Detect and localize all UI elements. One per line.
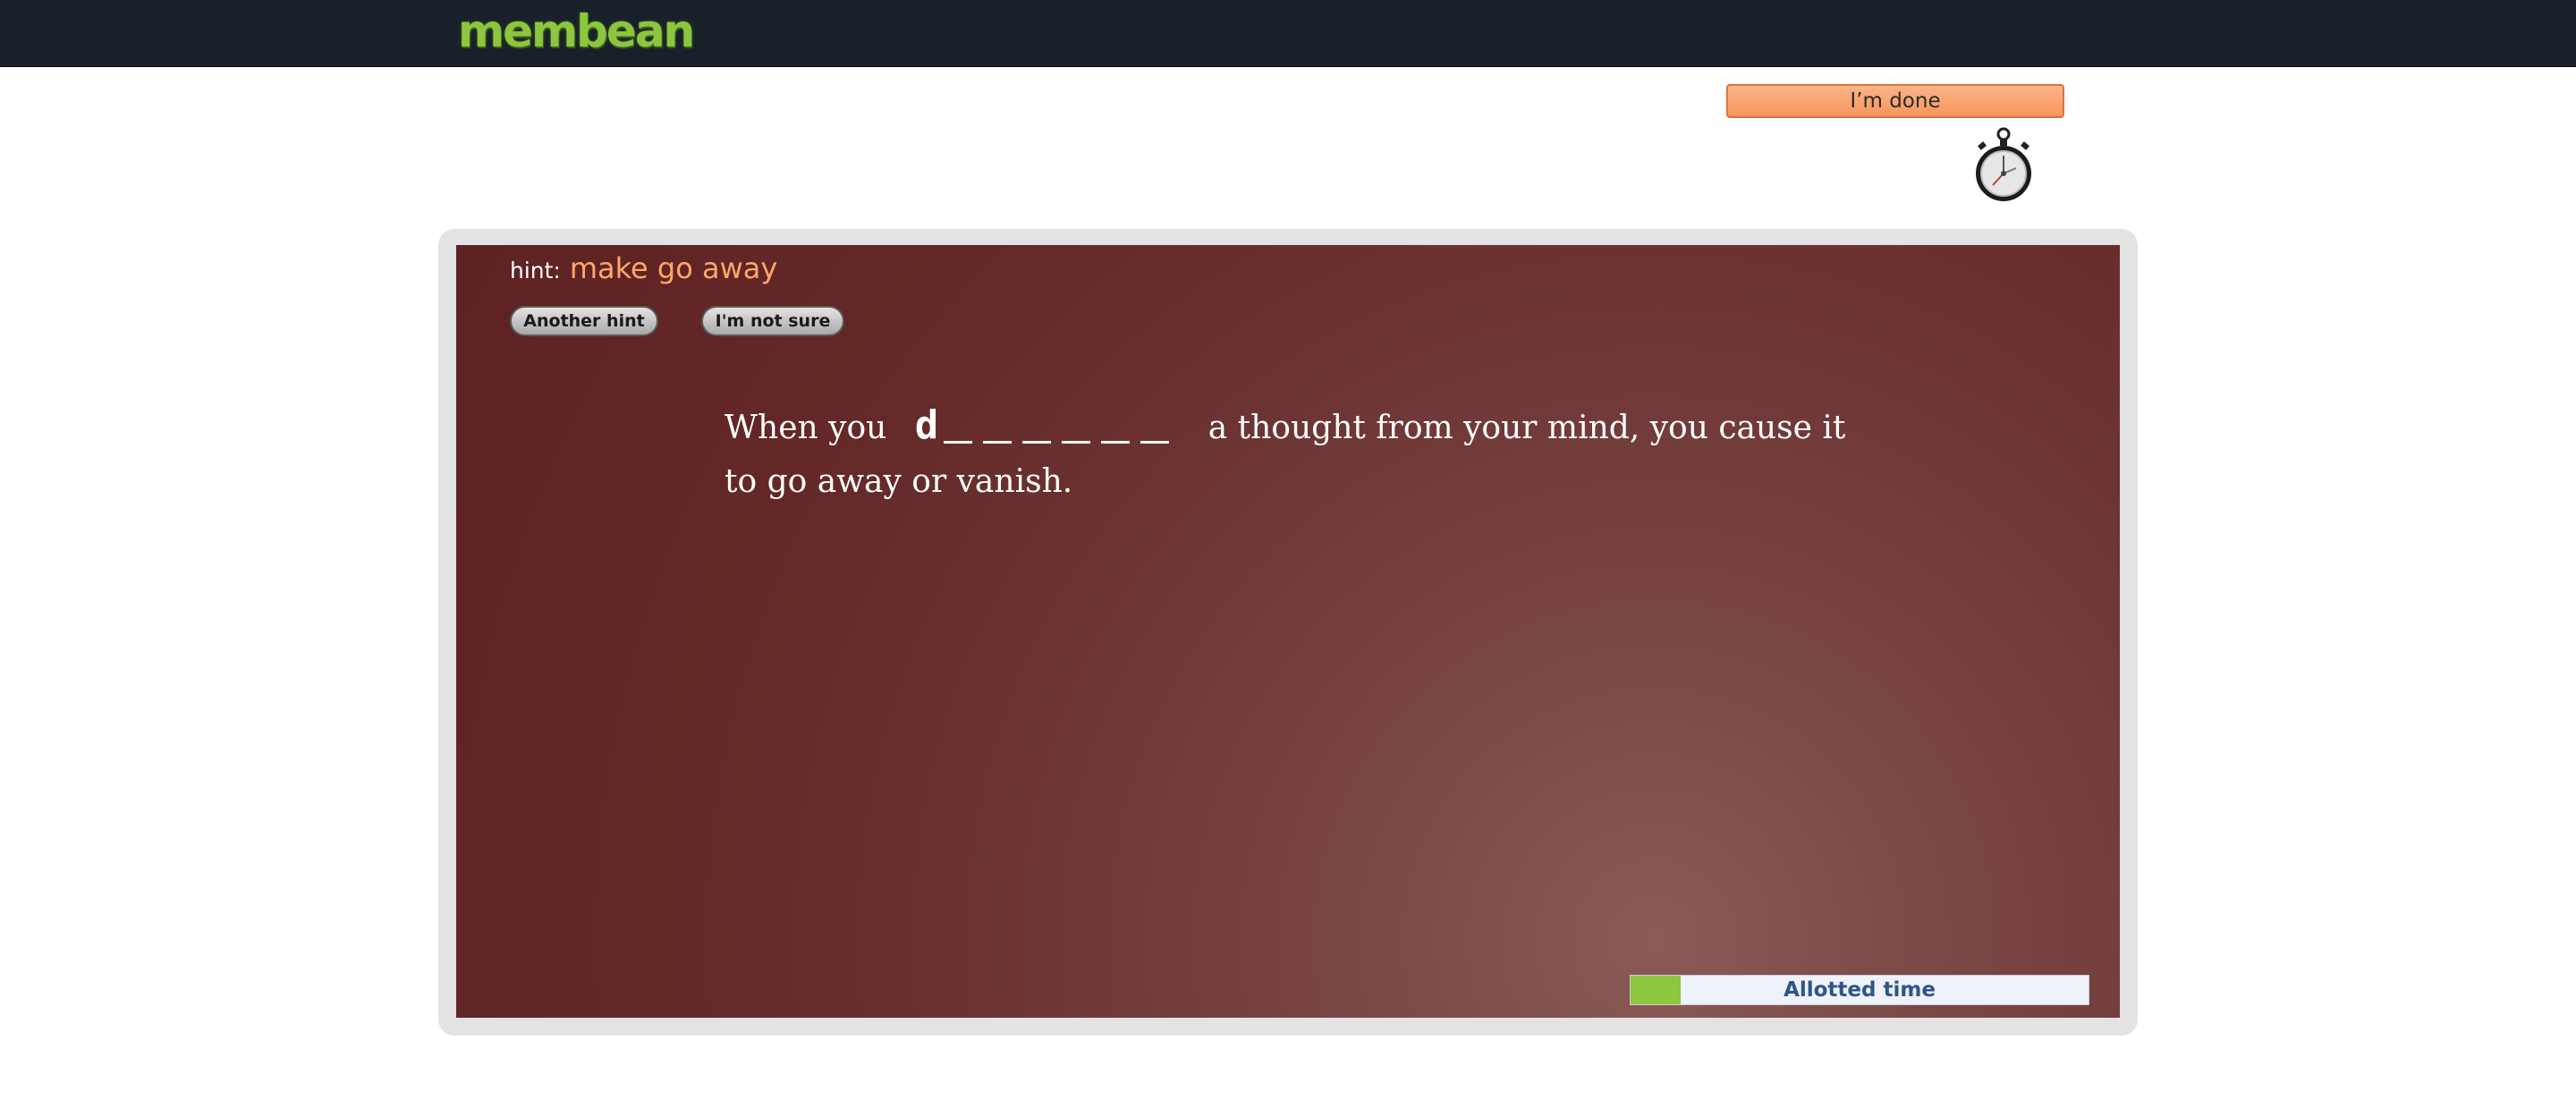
answer-blank — [1101, 441, 1131, 444]
hint-label: hint: — [510, 258, 561, 283]
membean-logo[interactable]: membean — [458, 2, 695, 61]
timer-label: Allotted time — [1784, 978, 1936, 1002]
done-button[interactable]: I’m done — [1726, 84, 2064, 118]
answer-blanks[interactable] — [944, 402, 1180, 455]
allotted-time-bar: Allotted time — [1630, 975, 2089, 1005]
answer-first-letter: d — [914, 402, 939, 448]
top-bar: membean — [0, 0, 2576, 67]
stopwatch-icon — [1976, 127, 2031, 201]
answer-blank — [1062, 441, 1091, 444]
question-after: a thought from your mind, you cause it t… — [724, 410, 1846, 500]
answer-blank — [944, 441, 973, 444]
answer-blank — [983, 441, 1013, 444]
question-panel: hint: make go away — [456, 245, 2120, 1018]
question-frame: hint: make go away — [438, 229, 2138, 1036]
hint: hint: make go away — [510, 249, 777, 288]
hint-text: make go away — [569, 251, 778, 285]
question-sentence: When you d a thought from your mind, you… — [724, 399, 1869, 509]
question-before: When you — [724, 410, 887, 446]
another-hint-button[interactable]: Another hint — [510, 306, 658, 336]
not-sure-button[interactable]: I'm not sure — [701, 306, 844, 336]
answer-blank — [1140, 441, 1170, 444]
answer-blank — [1022, 441, 1052, 444]
